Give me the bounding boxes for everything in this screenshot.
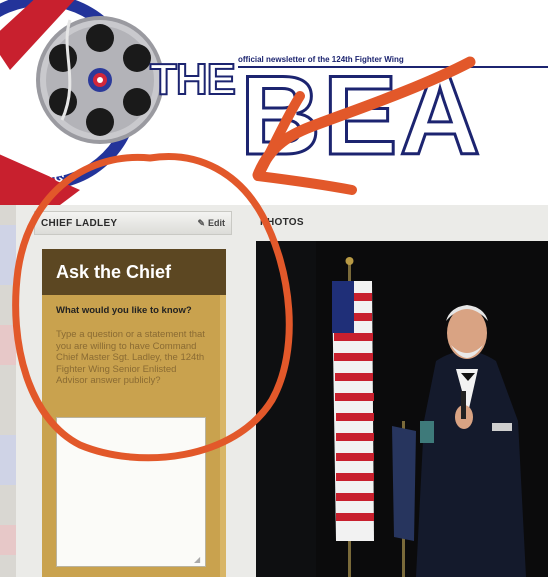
wordmark-the: THE: [149, 55, 237, 104]
decorative-side-stripe: [0, 205, 16, 577]
resize-grip-icon[interactable]: ◢: [194, 555, 200, 564]
chief-panel: CHIEF LADLEY ✎ Edit Ask the Chief What wo…: [34, 211, 232, 577]
ask-the-chief-title: Ask the Chief: [56, 262, 172, 282]
content-area: CHIEF LADLEY ✎ Edit Ask the Chief What wo…: [0, 205, 548, 577]
service-flag: [392, 426, 416, 541]
edit-label: Edit: [208, 218, 225, 228]
revolver-cylinder-icon: [36, 16, 164, 144]
chief-panel-title: CHIEF LADLEY: [41, 218, 118, 229]
chief-panel-header: CHIEF LADLEY ✎ Edit: [34, 211, 232, 235]
photo-scene: [256, 241, 548, 577]
question-textarea[interactable]: [56, 417, 206, 567]
photos-panel-header: PHOTOS: [252, 211, 548, 235]
chief-prompt-text: Type a question or a statement that you …: [56, 329, 205, 386]
chief-question-label: What would you like to know?: [56, 305, 192, 316]
ask-the-chief-box: Ask the Chief What would you like to kno…: [42, 249, 226, 577]
american-flag: [332, 281, 374, 541]
featured-photo[interactable]: [256, 241, 548, 577]
masthead: R WING THE official newsletter of the 12…: [0, 0, 548, 205]
wordmark-main: BEA: [238, 53, 483, 178]
box-rail: [220, 249, 226, 577]
edit-button[interactable]: ✎ Edit: [197, 218, 225, 229]
photos-panel-title: PHOTOS: [260, 217, 304, 228]
pencil-icon: ✎: [197, 218, 205, 228]
ask-the-chief-heading: Ask the Chief: [42, 249, 226, 295]
